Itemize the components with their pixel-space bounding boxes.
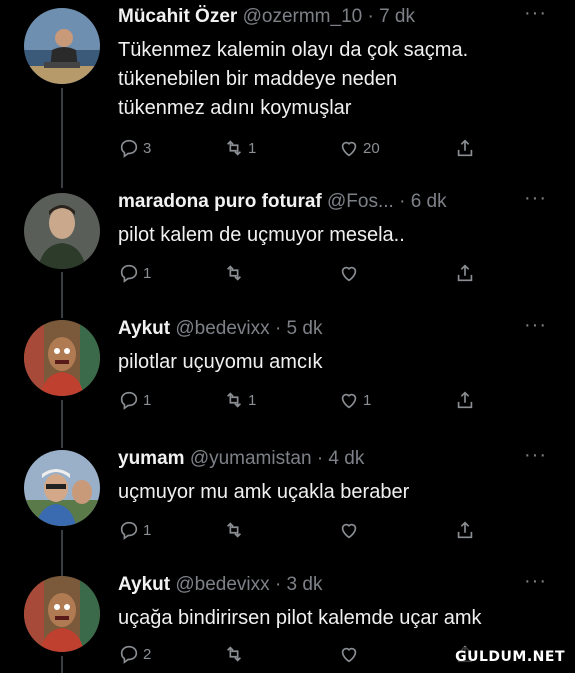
more-icon[interactable]: ···	[524, 2, 547, 25]
timestamp[interactable]: · 3 dk	[275, 574, 323, 595]
timestamp[interactable]: · 7 dk	[367, 6, 415, 27]
share-icon	[457, 264, 473, 282]
retweet-button[interactable]	[223, 261, 248, 285]
timestamp[interactable]: · 4 dk	[317, 448, 365, 469]
reply-button[interactable]: 3	[118, 136, 151, 160]
tweet-actions: 1 1 1	[118, 388, 498, 412]
share-button[interactable]	[454, 261, 479, 285]
share-icon	[457, 521, 473, 539]
reply-count: 1	[143, 264, 152, 282]
share-button[interactable]	[454, 388, 479, 412]
tweet[interactable]: Aykut @bedevixx · 5 dk ··· pilotlar uçuy…	[0, 312, 575, 437]
retweet-icon	[226, 140, 242, 156]
tweet-header: Aykut @bedevixx · 3 dk	[118, 574, 322, 596]
retweet-count: 1	[248, 391, 257, 409]
share-icon	[457, 391, 473, 409]
display-name[interactable]: maradona puro foturaf	[118, 191, 322, 212]
share-button[interactable]	[454, 518, 479, 542]
handle[interactable]: @Fos...	[327, 191, 394, 212]
like-button[interactable]	[338, 642, 363, 666]
like-count: 20	[363, 139, 380, 157]
more-icon[interactable]: ···	[524, 314, 547, 337]
tweet[interactable]: yumam @yumamistan · 4 dk ··· uçmuyor mu …	[0, 442, 575, 567]
reply-count: 1	[143, 391, 152, 409]
avatar[interactable]	[24, 320, 100, 396]
tweet-actions: 2	[118, 642, 498, 666]
handle[interactable]: @yumamistan	[190, 448, 312, 469]
timestamp[interactable]: · 6 dk	[399, 191, 447, 212]
reply-icon	[120, 645, 138, 664]
reply-button[interactable]: 1	[118, 388, 151, 412]
tweet-text: uçmuyor mu amk uçakla beraber	[118, 481, 410, 503]
display-name[interactable]: yumam	[118, 448, 185, 469]
tweet[interactable]: maradona puro foturaf @Fos... · 6 dk ···…	[0, 185, 575, 310]
tweet-text: uçağa bindirirsen pilot kalemde uçar amk	[118, 607, 482, 629]
like-button[interactable]	[338, 518, 363, 542]
tweet-actions: 1	[118, 518, 498, 542]
more-icon[interactable]: ···	[524, 187, 547, 210]
retweet-button[interactable]	[223, 642, 248, 666]
tweet-text: pilot kalem de uçmuyor mesela..	[118, 224, 405, 246]
tweet-actions: 3 1 20	[118, 136, 498, 160]
reply-button[interactable]: 2	[118, 642, 151, 666]
display-name[interactable]: Aykut	[118, 318, 170, 339]
avatar[interactable]	[24, 576, 100, 652]
reply-button[interactable]: 1	[118, 518, 151, 542]
display-name[interactable]: Aykut	[118, 574, 170, 595]
tweet-actions: 1	[118, 261, 498, 285]
more-icon[interactable]: ···	[524, 570, 547, 593]
like-button[interactable]	[338, 261, 363, 285]
like-button[interactable]: 20	[338, 136, 380, 160]
timestamp[interactable]: · 5 dk	[275, 318, 323, 339]
like-icon	[341, 523, 357, 539]
avatar[interactable]	[24, 8, 100, 84]
like-icon	[341, 647, 357, 663]
retweet-icon	[226, 265, 242, 281]
more-icon[interactable]: ···	[524, 444, 547, 467]
reply-icon	[120, 391, 138, 410]
reply-button[interactable]: 1	[118, 261, 151, 285]
share-icon	[457, 139, 473, 157]
retweet-icon	[226, 646, 242, 662]
avatar[interactable]	[24, 450, 100, 526]
watermark-logo: GULDUM.NET	[451, 647, 569, 667]
handle[interactable]: @bedevixx	[175, 318, 269, 339]
reply-icon	[120, 521, 138, 540]
tweet-header: Mücahit Özer @ozermm_10 · 7 dk	[118, 6, 415, 28]
tweet-header: yumam @yumamistan · 4 dk	[118, 448, 364, 470]
like-icon	[341, 266, 357, 282]
avatar[interactable]	[24, 193, 100, 269]
share-button[interactable]	[454, 136, 479, 160]
retweet-button[interactable]: 1	[223, 388, 256, 412]
tweet-header: Aykut @bedevixx · 5 dk	[118, 318, 322, 340]
reply-count: 1	[143, 521, 152, 539]
tweet-text: Tükenmez kalemin olayı da çok saçma. tük…	[118, 39, 469, 119]
retweet-button[interactable]: 1	[223, 136, 256, 160]
display-name[interactable]: Mücahit Özer	[118, 6, 237, 27]
tweet-header: maradona puro foturaf @Fos... · 6 dk	[118, 191, 447, 213]
like-icon	[341, 141, 357, 157]
tweet-text: pilotlar uçuyomu amcık	[118, 351, 323, 373]
retweet-icon	[226, 522, 242, 538]
retweet-button[interactable]	[223, 518, 248, 542]
handle[interactable]: @bedevixx	[175, 574, 269, 595]
like-icon	[341, 393, 357, 409]
retweet-count: 1	[248, 139, 257, 157]
reply-icon	[120, 139, 138, 158]
like-count: 1	[363, 391, 372, 409]
handle[interactable]: @ozermm_10	[243, 6, 363, 27]
like-button[interactable]: 1	[338, 388, 371, 412]
reply-count: 2	[143, 645, 152, 663]
retweet-icon	[226, 392, 242, 408]
reply-count: 3	[143, 139, 152, 157]
reply-icon	[120, 264, 138, 283]
tweet[interactable]: Mücahit Özer @ozermm_10 · 7 dk ··· Tüken…	[0, 0, 575, 180]
